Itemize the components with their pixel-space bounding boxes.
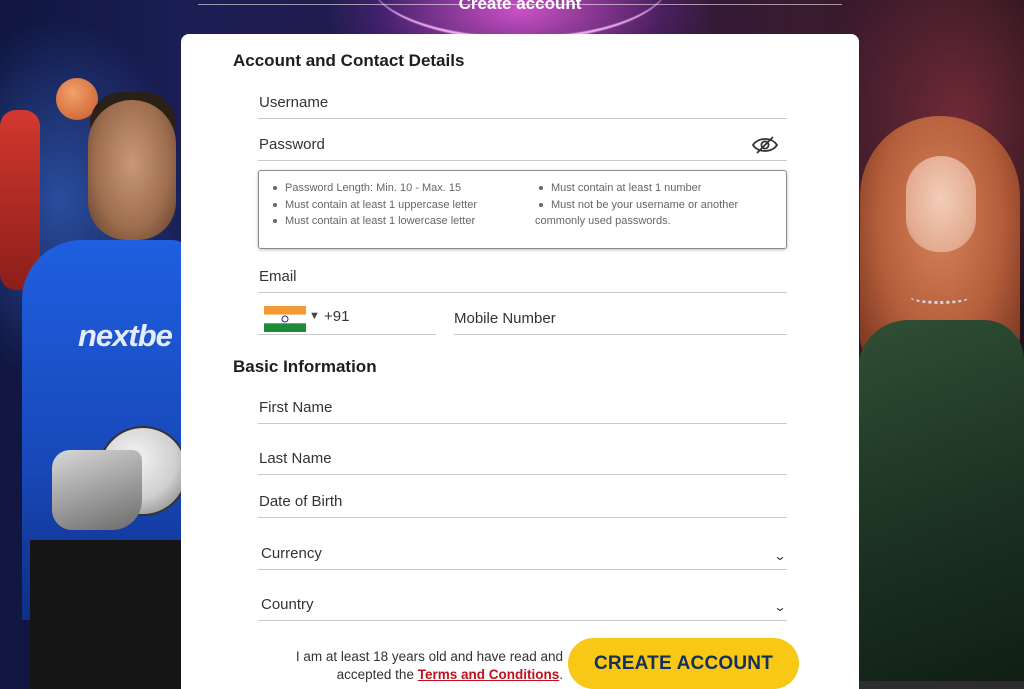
woman-face <box>906 156 976 252</box>
date-of-birth-field[interactable]: Date of Birth <box>258 484 787 518</box>
username-label: Username <box>259 94 329 111</box>
password-rule: Password Length: Min. 10 - Max. 15 <box>269 180 477 197</box>
password-rules-right: Must contain at least 1 number Must not … <box>535 180 738 230</box>
first-name-label: First Name <box>259 399 333 416</box>
currency-label: Currency <box>261 545 322 562</box>
consent-period: . <box>559 667 563 682</box>
country-label: Country <box>261 596 314 613</box>
mobile-number-label: Mobile Number <box>454 310 556 327</box>
password-rules-left: Password Length: Min. 10 - Max. 15 Must … <box>269 180 477 230</box>
woman-dress <box>858 320 1024 689</box>
create-account-button[interactable]: CREATE ACCOUNT <box>568 638 799 689</box>
username-field[interactable]: Username <box>258 85 787 119</box>
mobile-number-field[interactable]: Mobile Number <box>454 298 787 335</box>
date-of-birth-label: Date of Birth <box>259 493 343 510</box>
password-rule: Must contain at least 1 number <box>535 180 738 197</box>
player-head <box>88 100 176 240</box>
password-requirements-box: Password Length: Min. 10 - Max. 15 Must … <box>258 170 787 249</box>
country-select[interactable]: Country ⌄ <box>258 587 787 621</box>
chevron-down-icon: ⌄ <box>773 600 787 614</box>
goalkeeper-glove <box>52 450 142 530</box>
woman-necklace <box>910 290 970 304</box>
account-section-title: Account and Contact Details <box>233 51 465 70</box>
password-field[interactable]: Password <box>258 127 787 161</box>
password-rule: Must contain at least 1 uppercase letter <box>269 197 477 214</box>
phone-country-code-select[interactable]: ▼ +91 <box>258 298 436 335</box>
password-rule: Must not be your username or another <box>535 197 738 214</box>
age-consent-text: I am at least 18 years old and have read… <box>273 648 563 684</box>
first-name-field[interactable]: First Name <box>258 390 787 424</box>
registration-form-card: Account and Contact Details Username Pas… <box>181 34 859 689</box>
password-rule-continued: commonly used passwords. <box>535 215 671 227</box>
password-rule: Must contain at least 1 lowercase letter <box>269 213 477 230</box>
jersey-logo: nextbe <box>78 318 173 353</box>
casino-host-illustration <box>858 110 1024 689</box>
email-label: Email <box>259 268 297 285</box>
eye-slash-icon[interactable] <box>751 135 779 155</box>
email-field[interactable]: Email <box>258 259 787 293</box>
currency-select[interactable]: Currency ⌄ <box>258 536 787 570</box>
footballer-illustration: nextbe <box>0 70 192 689</box>
password-label: Password <box>259 136 325 153</box>
basic-info-section-title: Basic Information <box>233 357 377 376</box>
last-name-field[interactable]: Last Name <box>258 441 787 475</box>
player-shorts <box>30 540 185 689</box>
last-name-label: Last Name <box>259 450 332 467</box>
chevron-down-icon: ⌄ <box>773 549 787 563</box>
caret-down-icon: ▼ <box>309 310 320 322</box>
dial-code: +91 <box>324 308 350 325</box>
page-title: Create account <box>458 0 582 13</box>
terms-and-conditions-link[interactable]: Terms and Conditions <box>418 667 560 682</box>
india-flag-icon <box>264 306 306 332</box>
